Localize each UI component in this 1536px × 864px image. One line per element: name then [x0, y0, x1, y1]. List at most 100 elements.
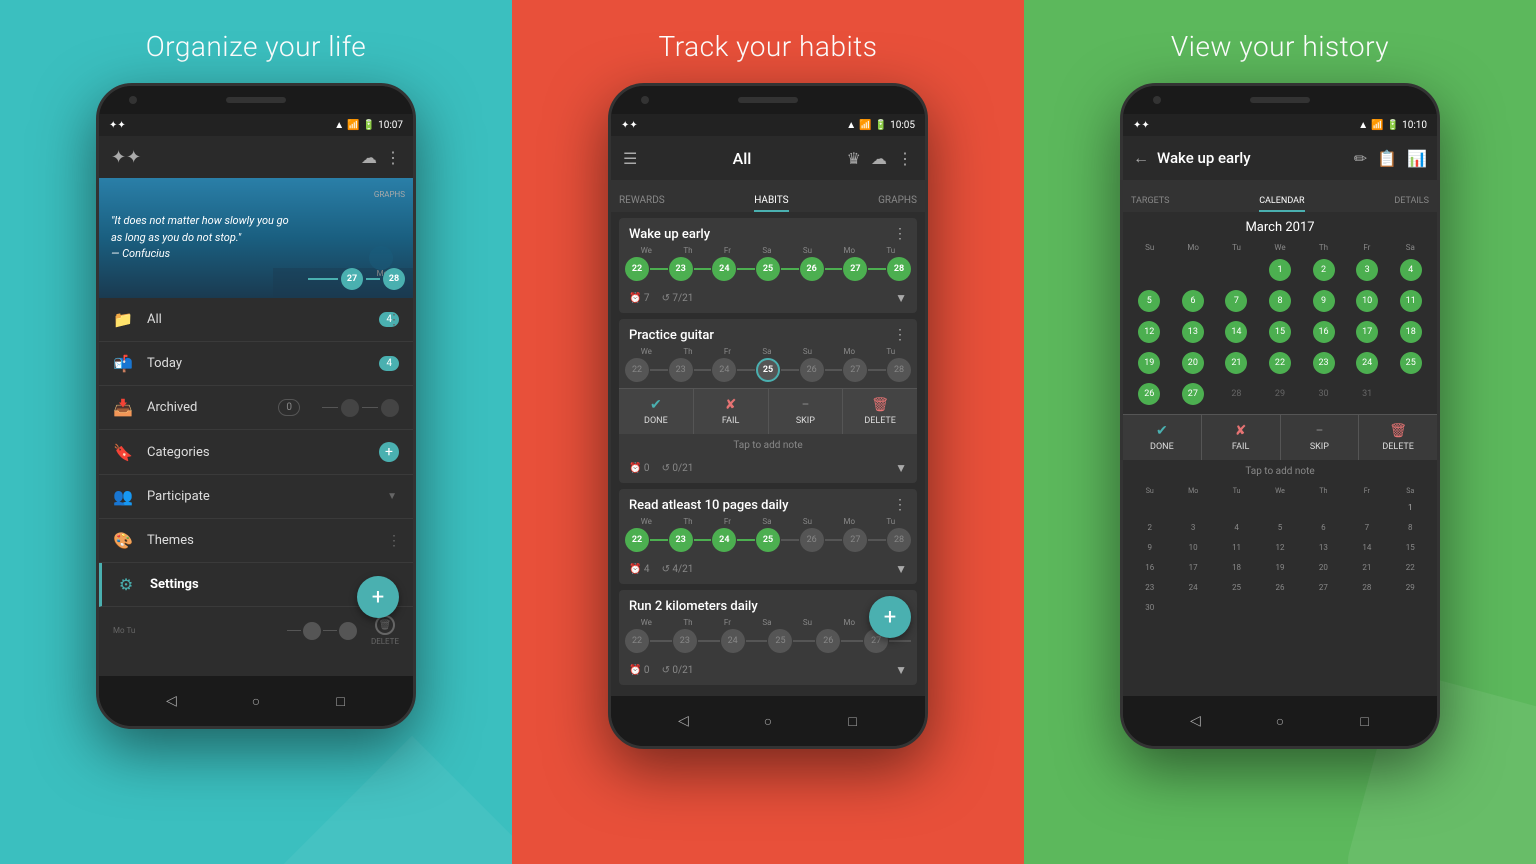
phone-3-nav: ◁ ○ □	[1123, 696, 1437, 746]
p1-fab-add[interactable]: +	[357, 576, 399, 618]
day-circle-28[interactable]: 28	[887, 257, 911, 281]
cal-25: 25	[1400, 352, 1422, 374]
home-button-2[interactable]: ○	[757, 710, 779, 732]
recents-button-1[interactable]: □	[330, 690, 352, 712]
nav-participate[interactable]: 👥 Participate ▼	[99, 475, 413, 519]
phone-3-status: ✦✦ ▲ 📶 🔋 10:10	[1123, 114, 1437, 136]
habit-3-more[interactable]: ⋮	[893, 497, 907, 513]
p3-delete-icon: 🗑	[1389, 423, 1407, 439]
recents-button-3[interactable]: □	[1354, 710, 1376, 732]
action-skip[interactable]: − SKIP	[769, 389, 844, 434]
phone-2-top	[611, 86, 925, 114]
panel-history: View your history ✦✦ ▲ 📶 🔋 10:10 ← Wake …	[1024, 0, 1536, 864]
day-circle-26[interactable]: 26	[800, 257, 824, 281]
cal-26: 26	[1138, 383, 1160, 405]
nav-participate-arrow: ▼	[385, 489, 399, 504]
habit-4-stat1: ⏰ 0	[629, 665, 650, 676]
day-circle-25[interactable]: 25	[756, 257, 780, 281]
back-button-1[interactable]: ◁	[160, 690, 182, 712]
nav-archived[interactable]: 📥 Archived 0	[99, 386, 413, 430]
p3-action-skip[interactable]: − SKIP	[1281, 415, 1360, 460]
home-button-3[interactable]: ○	[1269, 710, 1291, 732]
more-icon[interactable]: ⋮	[385, 148, 401, 167]
habit-2-tap-note[interactable]: Tap to add note	[619, 434, 917, 457]
p3-cal-row-4: 19 20 21 22 23 24 25	[1129, 349, 1431, 377]
day-circle-24[interactable]: 24	[712, 257, 736, 281]
p2-header-title: All	[733, 149, 752, 168]
phone-1-speaker	[226, 97, 286, 103]
delete-label: DELETE	[371, 637, 399, 646]
phone-2-nav: ◁ ○ □	[611, 696, 925, 746]
day-circle-23[interactable]: 23	[669, 257, 693, 281]
delete-icon[interactable]: 🗑	[375, 615, 395, 635]
tab-calendar[interactable]: CALENDAR	[1259, 196, 1304, 212]
cal-15: 15	[1269, 321, 1291, 343]
panel-3-title: View your history	[1171, 30, 1389, 63]
habit-1-more[interactable]: ⋮	[893, 226, 907, 242]
p3-header-icons: ✏ 📋 📊	[1354, 149, 1427, 168]
nav-categories-plus[interactable]: +	[379, 442, 399, 462]
habit-2-header: Practice guitar ⋮	[619, 319, 917, 347]
p3-note-icon[interactable]: 📋	[1377, 149, 1397, 168]
p3-mini-row-6: 30	[1129, 598, 1431, 616]
back-button-3[interactable]: ◁	[1184, 710, 1206, 732]
cal-14: 14	[1225, 321, 1247, 343]
nav-categories[interactable]: 🔖 Categories +	[99, 430, 413, 475]
p2-appbar: ☰ All ♛ ☁ ⋮	[611, 136, 925, 180]
habit-3-chevron[interactable]: ▼	[895, 562, 907, 576]
nav-themes[interactable]: 🎨 Themes ⋮	[99, 519, 413, 563]
nav-participate-label: Participate	[147, 489, 371, 504]
tab-graphs[interactable]: GRAPHS	[878, 195, 917, 212]
phone-3-screen: ← Wake up early ✏ 📋 📊 TARGETS CALENDAR D…	[1123, 136, 1437, 696]
day-circle-27[interactable]: 27	[843, 257, 867, 281]
p1-quote-banner: "It does not matter how slowly you go as…	[99, 178, 413, 298]
action-done[interactable]: ✔ DONE	[619, 389, 694, 434]
cloud-icon[interactable]: ☁	[361, 148, 377, 167]
p3-back-icon[interactable]: ←	[1133, 148, 1149, 168]
tab-targets[interactable]: TARGETS	[1131, 196, 1169, 212]
habit-4-chevron[interactable]: ▼	[895, 663, 907, 677]
cal-28: 28	[1225, 383, 1247, 405]
nav-all[interactable]: 📁 All 4 ⋮	[99, 298, 413, 342]
habit-2-more[interactable]: ⋮	[893, 327, 907, 343]
p3-month: March 2017	[1123, 212, 1437, 243]
habit-1-chevron[interactable]: ▼	[895, 291, 907, 305]
tab-details[interactable]: DETAILS	[1394, 196, 1429, 212]
p3-chart-icon[interactable]: 📊	[1407, 149, 1427, 168]
action-delete[interactable]: 🗑 DELETE	[843, 389, 917, 434]
p1-dot-27: 27	[341, 268, 363, 290]
nav-themes-icon: 🎨	[113, 531, 133, 550]
action-fail[interactable]: ✘ FAIL	[694, 389, 769, 434]
recents-button-2[interactable]: □	[842, 710, 864, 732]
habit-3-header: Read atleast 10 pages daily ⋮	[619, 489, 917, 517]
p3-mini-row-4: 16 17 18 19 20 21 22	[1129, 558, 1431, 576]
p3-action-delete[interactable]: 🗑 DELETE	[1359, 415, 1437, 460]
day-circle-22[interactable]: 22	[625, 257, 649, 281]
habit-card-2: Practice guitar ⋮ WeThFrSaSuMoTu 22 23 2…	[619, 319, 917, 483]
nav-themes-more[interactable]: ⋮	[387, 533, 401, 549]
p3-done-icon: ✔	[1156, 423, 1168, 439]
p3-tabs: TARGETS CALENDAR DETAILS	[1123, 180, 1437, 212]
p3-tap-note[interactable]: Tap to add note	[1123, 460, 1437, 483]
habit-4-title: Run 2 kilometers daily	[629, 599, 758, 614]
back-button-2[interactable]: ◁	[672, 710, 694, 732]
p3-action-done[interactable]: ✔ DONE	[1123, 415, 1202, 460]
nav-all-more[interactable]: ⋮	[387, 312, 401, 328]
p3-cal-row-3: 12 13 14 15 16 17 18	[1129, 318, 1431, 346]
p2-fab-add[interactable]: +	[869, 596, 911, 638]
skip-icon: −	[801, 397, 809, 413]
nav-today[interactable]: 📬 Today 4	[99, 342, 413, 386]
p2-cloud-icon[interactable]: ☁	[871, 149, 887, 168]
panel-1-title: Organize your life	[146, 30, 367, 63]
p3-action-fail[interactable]: ✘ FAIL	[1202, 415, 1281, 460]
tab-rewards[interactable]: REWARDS	[619, 195, 665, 212]
habit-2-chevron[interactable]: ▼	[895, 461, 907, 475]
p3-edit-icon[interactable]: ✏	[1354, 149, 1367, 168]
p3-mini-calendar: Su Mo Tu We Th Fr Sa 1	[1123, 483, 1437, 620]
p2-more-icon[interactable]: ⋮	[897, 149, 913, 168]
home-button-1[interactable]: ○	[245, 690, 267, 712]
tab-habits[interactable]: HABITS	[754, 195, 788, 212]
p2-menu-icon[interactable]: ☰	[623, 149, 637, 168]
skip-label: SKIP	[796, 416, 815, 426]
p3-cal-row-1: 1 2 3 4	[1129, 256, 1431, 284]
